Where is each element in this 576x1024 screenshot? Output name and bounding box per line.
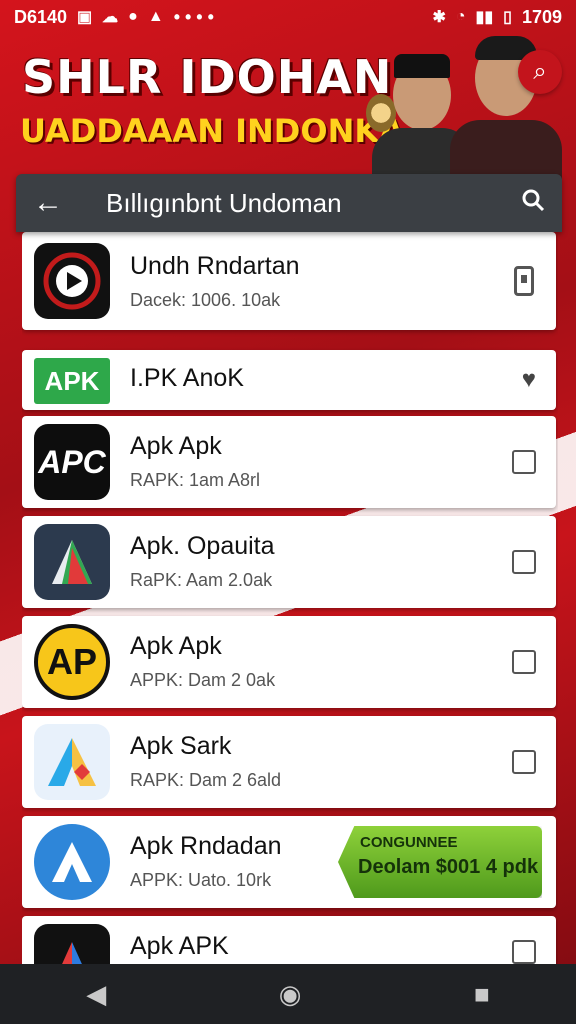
promo-line-2: Deolam $001 4 pdk <box>358 856 539 878</box>
app-icon <box>34 824 110 900</box>
search-button[interactable] <box>504 188 562 219</box>
app-icon <box>34 724 110 800</box>
heart-icon[interactable]: ♥ <box>522 366 536 394</box>
promo-line-1: CONGUNNEE <box>360 834 458 851</box>
status-bar: D6140 ▣ ☁ ● ▲ • • • • ✱ ◔ ▮▮ ▯ 1709 <box>0 0 576 34</box>
app-bar: ← Bıllıgınbnt Undoman <box>16 174 562 232</box>
list-item[interactable]: Undh Rndartan Dacek: 1006. 10ak <box>22 232 556 330</box>
checkbox[interactable] <box>512 940 536 964</box>
app-meta: RAPK: Dam 2 6ald <box>130 770 282 790</box>
list-item[interactable]: APK I.PK AnoK ♥ <box>22 350 556 410</box>
system-nav-bar: ◀ ◉ ■ <box>0 964 576 1024</box>
checkbox[interactable] <box>512 550 536 574</box>
bag-icon: ▲ <box>147 8 164 25</box>
app-icon <box>34 524 110 600</box>
promo-badge[interactable]: CONGUNNEE Deolam $001 4 pdk <box>338 826 542 898</box>
wifi-icon: ◔ <box>455 8 466 25</box>
signal-icon: ▮▮ <box>475 9 494 26</box>
list-item[interactable]: Apk Sark RAPK: Dam 2 6ald <box>22 716 556 808</box>
banner-subtitle: UADDAAAN INDONKA <box>20 112 404 150</box>
app-icon: APC <box>34 424 110 500</box>
checkbox[interactable] <box>512 450 536 474</box>
notification-dots: • • • • <box>173 6 214 27</box>
list-item[interactable]: Apk APK <box>22 916 556 964</box>
app-icon <box>34 243 110 319</box>
app-icon <box>34 924 110 964</box>
nav-back-icon[interactable]: ◀ <box>86 979 106 1010</box>
nav-home-icon[interactable]: ◉ <box>279 979 302 1010</box>
back-arrow-icon[interactable]: ← <box>16 186 80 220</box>
nav-recents-icon[interactable]: ■ <box>474 979 490 1010</box>
app-meta: APPK: Uato. 10rk <box>130 870 272 890</box>
app-name: Undh Rndartan <box>130 252 300 280</box>
message-icon: ● <box>128 8 138 25</box>
list-item[interactable]: Apk. Opauita RaPK: Aam 2.0ak <box>22 516 556 608</box>
checkbox[interactable] <box>512 650 536 674</box>
banner-title: SHLR IDOHAN <box>22 50 393 104</box>
apk-badge: APK <box>34 358 110 404</box>
clock: 1709 <box>521 6 562 27</box>
battery-icon: ▯ <box>503 9 512 26</box>
list-item[interactable]: APC Apk Apk RAPK: 1am A8rl <box>22 416 556 508</box>
app-name: Apk APK <box>130 932 229 960</box>
app-list: Undh Rndartan Dacek: 1006. 10ak APK I.PK… <box>22 232 558 964</box>
app-meta: Dacek: 1006. 10ak <box>130 290 281 310</box>
app-name: I.PK AnoK <box>130 364 244 392</box>
search-icon[interactable]: ⌕ <box>518 50 562 94</box>
status-text: D6140 <box>14 6 68 27</box>
app-meta: RaPK: Aam 2.0ak <box>130 570 273 590</box>
app-name: Apk Rndadan <box>130 832 282 860</box>
app-name: Apk Apk <box>130 632 222 660</box>
app-icon: AP <box>34 624 110 700</box>
sim-icon: ▣ <box>77 9 93 26</box>
app-name: Apk. Opauita <box>130 532 275 560</box>
app-name: Apk Apk <box>130 432 222 460</box>
checkbox[interactable] <box>512 750 536 774</box>
app-meta: APPK: Dam 2 0ak <box>130 670 276 690</box>
chat-icon: ☁ <box>102 9 119 26</box>
search-icon <box>522 189 545 211</box>
list-item[interactable]: AP Apk Apk APPK: Dam 2 0ak <box>22 616 556 708</box>
app-meta: RAPK: 1am A8rl <box>130 470 261 490</box>
app-name: Apk Sark <box>130 732 232 760</box>
phone-icon[interactable] <box>514 266 534 296</box>
list-item[interactable]: Apk Rndadan APPK: Uato. 10rk CONGUNNEE D… <box>22 816 556 908</box>
promo-banner: SHLR IDOHAN UADDAAAN INDONKA ⌕ <box>0 34 576 180</box>
bluetooth-icon: ✱ <box>432 9 446 26</box>
page-title: Bıllıgınbnt Undoman <box>106 187 342 218</box>
